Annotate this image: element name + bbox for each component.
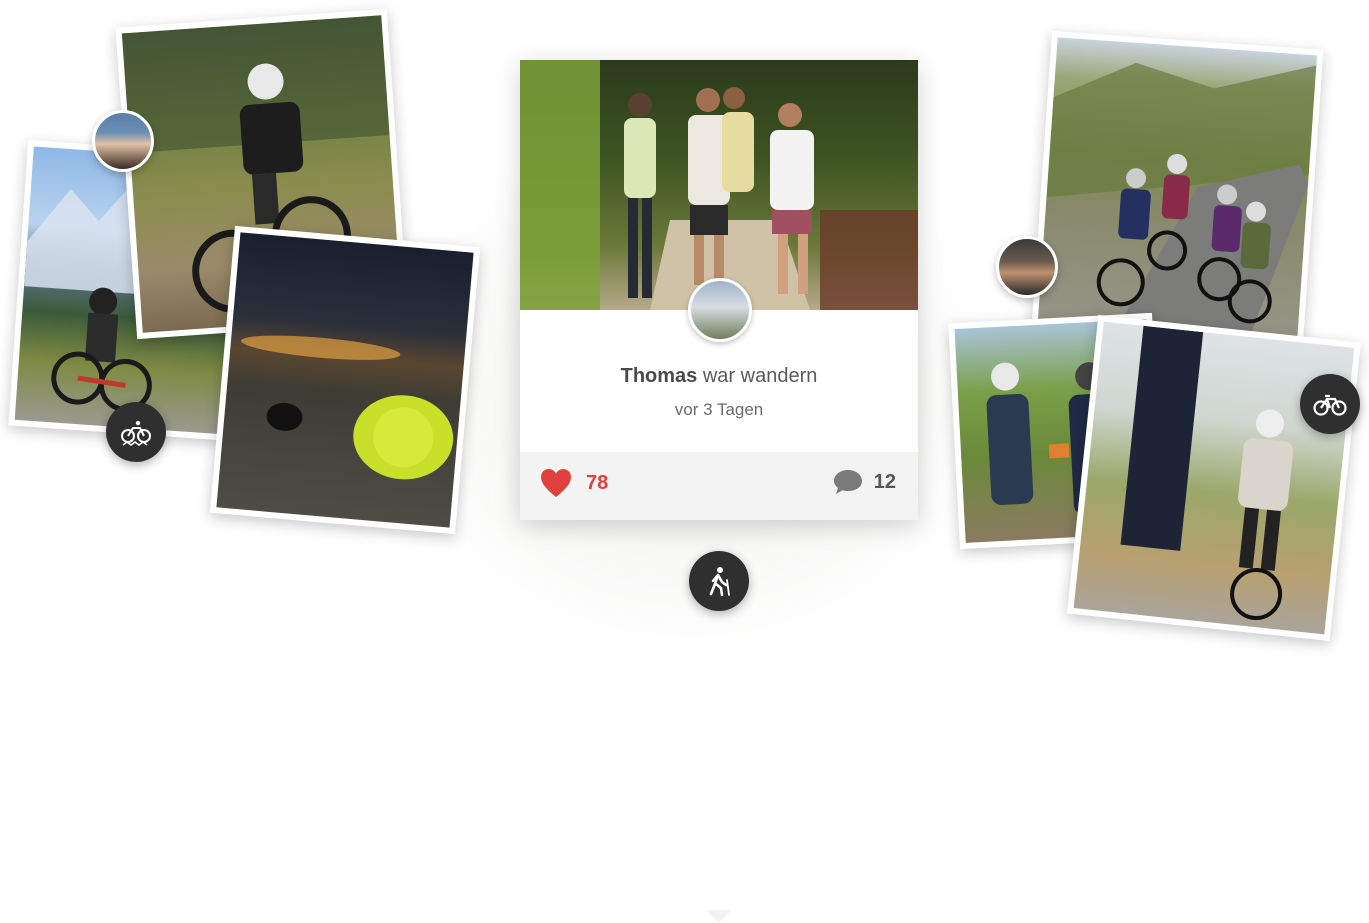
hiking-icon — [709, 567, 730, 597]
activity-headline: Thomas war wandern — [520, 365, 918, 388]
road-bike-badge[interactable] — [1300, 374, 1360, 434]
mountain-bike-badge[interactable] — [106, 402, 166, 462]
activity-card-footer: 78 12 — [520, 452, 918, 923]
comment-icon — [833, 470, 862, 494]
photo-night-tent[interactable] — [209, 225, 481, 535]
activity-photo[interactable] — [520, 60, 918, 310]
user-avatar-left[interactable] — [92, 110, 154, 172]
mountain-bike-icon — [121, 420, 151, 446]
photo-gravel-cyclist[interactable] — [1067, 315, 1361, 641]
activity-user-name[interactable]: Thomas — [621, 365, 698, 387]
heart-icon — [541, 469, 571, 497]
activity-user-avatar[interactable] — [688, 278, 752, 342]
activity-card[interactable]: Thomas war wandern vor 3 Tagen 78 12 — [520, 60, 918, 923]
like-button[interactable]: 78 — [540, 468, 608, 498]
comments-count: 12 — [873, 470, 896, 493]
comment-button[interactable]: 12 — [832, 468, 896, 496]
card-pointer — [706, 910, 732, 923]
hiking-badge[interactable] — [689, 551, 749, 611]
activity-description: war wandern — [702, 365, 818, 387]
road-bike-icon — [1313, 394, 1347, 416]
user-avatar-right[interactable] — [996, 236, 1058, 298]
likes-count: 78 — [586, 471, 609, 494]
activity-timestamp: vor 3 Tagen — [674, 400, 764, 419]
